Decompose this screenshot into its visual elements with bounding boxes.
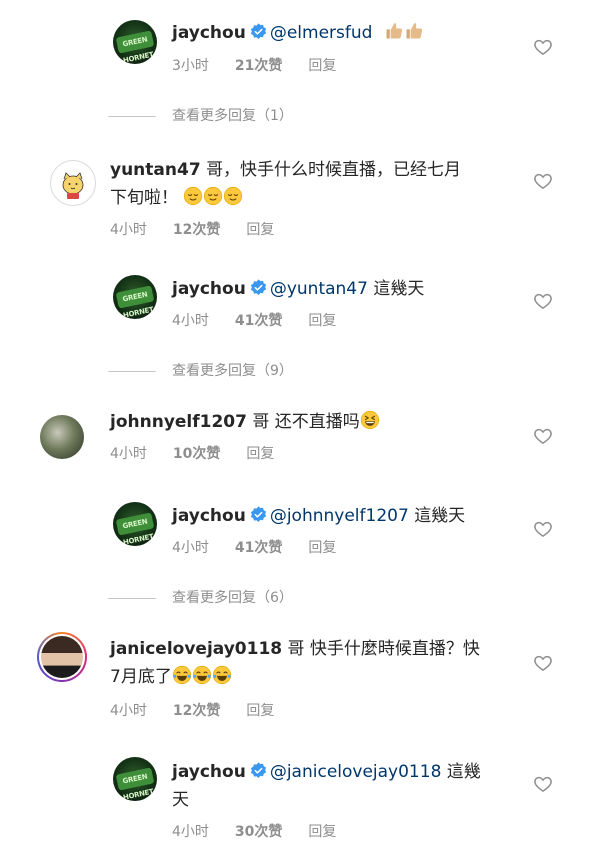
tears-of-joy-icon [172, 665, 192, 685]
relieved-face-icon [223, 186, 243, 206]
timestamp: 4小时 [110, 446, 147, 462]
tears-of-joy-icon [192, 665, 212, 685]
tears-of-joy-icon [212, 665, 232, 685]
comment-text-continued: 天 [172, 790, 189, 810]
reply-button[interactable]: 回复 [246, 446, 274, 462]
timestamp: 4小时 [172, 313, 209, 329]
heart-icon[interactable] [533, 37, 553, 57]
verified-badge-icon [250, 506, 267, 523]
like-count[interactable]: 41次赞 [235, 540, 282, 556]
reply-button[interactable]: 回复 [246, 222, 274, 238]
reply-button[interactable]: 回复 [246, 703, 274, 719]
reply-button[interactable]: 回复 [308, 540, 336, 556]
mention-link[interactable]: @yuntan47 [270, 279, 368, 299]
avatar-logo: GREEN HORNET [115, 767, 155, 801]
username[interactable]: jaychou [172, 279, 246, 299]
avatar-logo: GREEN HORNET [115, 512, 155, 546]
grinning-squinting-face-icon [360, 410, 380, 430]
timestamp: 4小时 [110, 222, 147, 238]
story-ring[interactable] [37, 632, 87, 682]
comment-meta: 4小时 10次赞 回复 [110, 443, 300, 463]
heart-icon[interactable] [533, 291, 553, 311]
avatar-janicelovejay0118 [41, 636, 83, 678]
comment-text: 這幾 [446, 762, 481, 782]
verified-badge-icon [250, 279, 267, 296]
avatar-jaychou[interactable]: GREEN HORNET [113, 275, 157, 319]
view-more-replies[interactable]: 查看更多回复（6） [108, 587, 293, 607]
comment-meta: 4小时 12次赞 回复 [110, 219, 300, 239]
mention-link[interactable]: @elmersfud [270, 23, 373, 43]
avatar-johnnyelf1207[interactable] [40, 415, 84, 459]
view-more-label[interactable]: 查看更多回复（1） [172, 108, 293, 124]
username[interactable]: jaychou [172, 23, 246, 43]
heart-icon[interactable] [533, 653, 553, 673]
like-count[interactable]: 12次赞 [173, 222, 220, 238]
avatar-logo: GREEN HORNET [115, 30, 155, 64]
mention-link[interactable]: @janicelovejay0118 [270, 762, 442, 782]
heart-icon[interactable] [533, 171, 553, 191]
reply-button[interactable]: 回复 [308, 824, 336, 840]
avatar-jaychou[interactable]: GREEN HORNET [113, 502, 157, 546]
divider-line [108, 597, 156, 599]
view-more-label[interactable]: 查看更多回复（9） [172, 363, 293, 379]
cartoon-cat-icon [62, 172, 84, 199]
verified-badge-icon [250, 23, 267, 40]
username[interactable]: jaychou [172, 506, 246, 526]
comment-meta: 4小时 41次赞 回复 [172, 310, 362, 330]
like-count[interactable]: 41次赞 [235, 313, 282, 329]
like-count[interactable]: 21次赞 [235, 58, 282, 74]
like-count[interactable]: 10次赞 [173, 446, 220, 462]
view-more-replies[interactable]: 查看更多回复（1） [108, 105, 293, 125]
comment-text: 哥 快手什麼時候直播？快 [287, 639, 480, 659]
username[interactable]: yuntan47 [110, 160, 201, 180]
divider-line [108, 370, 156, 372]
like-count[interactable]: 30次赞 [235, 824, 282, 840]
avatar-logo: GREEN HORNET [115, 285, 155, 319]
comment-text-continued: 7月底了 [110, 667, 172, 687]
comment-text: 這幾天 [373, 279, 425, 299]
timestamp: 3小时 [172, 58, 209, 74]
timestamp: 4小时 [110, 703, 147, 719]
view-more-replies[interactable]: 查看更多回复（9） [108, 360, 293, 380]
comment-text-continued: 下旬啦！ [110, 188, 178, 208]
verified-badge-icon [250, 762, 267, 779]
timestamp: 4小时 [172, 824, 209, 840]
comment-meta: 4小时 30次赞 回复 [172, 821, 362, 841]
comment-meta: 3小时 21次赞 回复 [172, 55, 362, 75]
username[interactable]: jaychou [172, 762, 246, 782]
timestamp: 4小时 [172, 540, 209, 556]
comment-text: 哥，快手什么时候直播，已经七月 [206, 160, 462, 180]
heart-icon[interactable] [533, 519, 553, 539]
comment-meta: 4小时 12次赞 回复 [110, 700, 300, 720]
relieved-face-icon [183, 186, 203, 206]
avatar-jaychou[interactable]: GREEN HORNET [113, 757, 157, 801]
mention-link[interactable]: @johnnyelf1207 [270, 506, 409, 526]
comment-meta: 4小时 41次赞 回复 [172, 537, 362, 557]
reply-button[interactable]: 回复 [308, 313, 336, 329]
username[interactable]: janicelovejay0118 [110, 639, 282, 659]
thumbs-up-icon [404, 21, 424, 41]
divider-line [108, 115, 156, 117]
relieved-face-icon [203, 186, 223, 206]
reply-button[interactable]: 回复 [308, 58, 336, 74]
heart-icon[interactable] [533, 426, 553, 446]
comment-text: 這幾天 [414, 506, 466, 526]
username[interactable]: johnnyelf1207 [110, 412, 247, 432]
avatar-yuntan47[interactable] [50, 160, 96, 206]
comment-text: 哥 还不直播吗 [252, 412, 360, 432]
avatar-jaychou[interactable]: GREEN HORNET [113, 20, 157, 64]
heart-icon[interactable] [533, 774, 553, 794]
like-count[interactable]: 12次赞 [173, 703, 220, 719]
view-more-label[interactable]: 查看更多回复（6） [172, 590, 293, 606]
thumbs-up-icon [384, 21, 404, 41]
